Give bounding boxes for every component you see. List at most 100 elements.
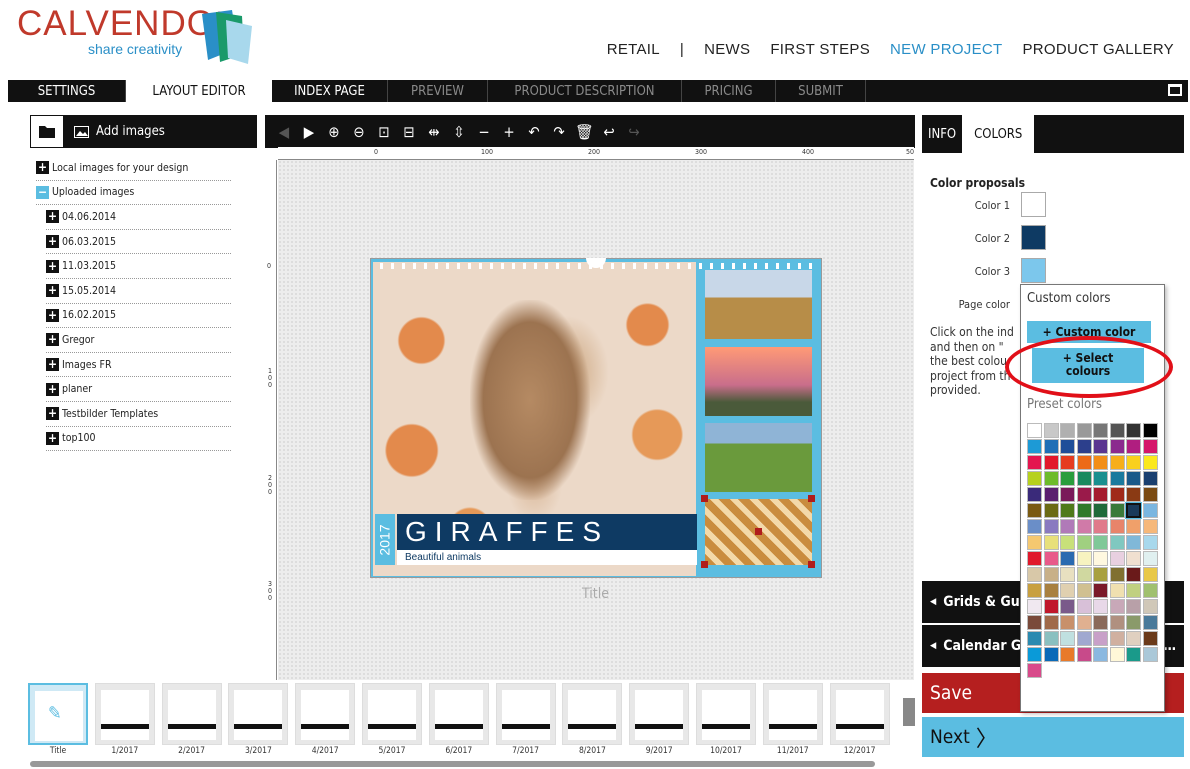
color-swatch[interactable]	[1027, 647, 1042, 662]
tab-product-description[interactable]: PRODUCT DESCRIPTION	[488, 80, 682, 102]
color-swatch[interactable]	[1142, 551, 1158, 566]
rotate-right-icon[interactable]: ↷	[550, 123, 568, 141]
color-swatch[interactable]	[1142, 647, 1158, 662]
color-swatch[interactable]	[1126, 631, 1141, 646]
color-swatch[interactable]	[1126, 551, 1141, 566]
zoom-out-icon[interactable]: ⊖	[350, 123, 368, 141]
color-swatch[interactable]	[1060, 503, 1075, 518]
color-swatch[interactable]	[1093, 439, 1108, 454]
tab-layout-editor[interactable]: LAYOUT EDITOR	[126, 80, 272, 102]
color-swatch[interactable]	[1043, 583, 1059, 598]
color-swatch[interactable]	[1093, 503, 1108, 518]
color-swatch[interactable]	[1093, 519, 1108, 534]
logo[interactable]: CALVENDO®	[17, 4, 225, 44]
color-swatch[interactable]	[1060, 647, 1075, 662]
color-swatch[interactable]	[1060, 567, 1075, 582]
tree-folder[interactable]: +06.03.2015	[46, 230, 231, 255]
color-swatch[interactable]	[1060, 487, 1075, 502]
page-thumbnail[interactable]	[428, 683, 489, 745]
color-swatch[interactable]	[1142, 439, 1158, 454]
expand-icon[interactable]: +	[46, 407, 59, 421]
color-swatch[interactable]	[1093, 647, 1108, 662]
color-swatch[interactable]	[1126, 471, 1141, 486]
color-swatch[interactable]	[1027, 583, 1042, 598]
color-swatch[interactable]	[1027, 519, 1042, 534]
tree-folder[interactable]: +04.06.2014	[46, 205, 231, 230]
color-swatch[interactable]	[1109, 647, 1125, 662]
color-swatch[interactable]	[1109, 599, 1125, 614]
color-swatch[interactable]	[1093, 535, 1108, 550]
color-swatch[interactable]	[1126, 599, 1141, 614]
redo-icon[interactable]: ↪	[625, 123, 643, 141]
color-swatch[interactable]	[1142, 535, 1158, 550]
color-swatch[interactable]	[1126, 487, 1141, 502]
color-swatch[interactable]	[1076, 551, 1092, 566]
color-swatch[interactable]	[1126, 647, 1141, 662]
next-button[interactable]: Next 〉	[922, 717, 1184, 757]
color-swatch[interactable]	[1076, 599, 1092, 614]
color-swatch[interactable]	[1109, 471, 1125, 486]
collapse-icon[interactable]: −	[36, 185, 49, 199]
color-swatch[interactable]	[1126, 583, 1141, 598]
tree-folder[interactable]: +15.05.2014	[46, 279, 231, 304]
color-swatch[interactable]	[1126, 519, 1141, 534]
fit-width-icon[interactable]: ⊡	[375, 123, 393, 141]
color-swatch[interactable]	[1043, 551, 1059, 566]
color-swatch[interactable]	[1093, 487, 1108, 502]
color-swatch[interactable]	[1027, 663, 1042, 678]
color-swatch[interactable]	[1027, 503, 1042, 518]
folder-icon[interactable]	[30, 115, 64, 148]
tree-folder[interactable]: + top100	[46, 427, 231, 452]
page-thumbnail[interactable]	[762, 683, 823, 745]
color-swatch[interactable]	[1093, 455, 1108, 470]
color-swatch[interactable]	[1060, 615, 1075, 630]
color-swatch[interactable]	[1060, 455, 1075, 470]
color-swatch[interactable]	[1060, 519, 1075, 534]
expand-icon[interactable]: +	[46, 382, 59, 396]
nav-new-project[interactable]: NEW PROJECT	[880, 41, 1012, 58]
color-swatch[interactable]	[1060, 471, 1075, 486]
color-swatch[interactable]	[1060, 535, 1075, 550]
color-swatch[interactable]	[1142, 471, 1158, 486]
expand-icon[interactable]: +	[46, 333, 59, 347]
color-swatch[interactable]	[1060, 439, 1075, 454]
color-swatch[interactable]	[1093, 567, 1108, 582]
color-swatch[interactable]	[1093, 599, 1108, 614]
tree-folder[interactable]: + planer	[46, 377, 231, 402]
page-thumbnail[interactable]	[495, 683, 556, 745]
tab-pricing[interactable]: PRICING	[682, 80, 776, 102]
color-swatch[interactable]	[1043, 615, 1059, 630]
rotate-left-icon[interactable]: ↶	[525, 123, 543, 141]
page-thumbnail[interactable]	[362, 683, 422, 745]
color-swatch[interactable]	[1093, 615, 1108, 630]
color-swatch[interactable]	[1060, 551, 1075, 566]
photo-slot-3[interactable]	[705, 423, 812, 492]
color-swatch[interactable]	[1076, 423, 1092, 438]
color-swatch[interactable]	[1142, 455, 1158, 470]
page-thumbnail[interactable]	[696, 683, 756, 745]
color-1-swatch[interactable]	[1021, 192, 1046, 217]
nav-first-steps[interactable]: FIRST STEPS	[760, 41, 880, 58]
cover-title[interactable]: GIRAFFES	[397, 514, 697, 550]
color-swatch[interactable]	[1076, 583, 1092, 598]
prev-icon[interactable]: ◀	[275, 123, 293, 141]
color-swatch[interactable]	[1126, 535, 1141, 550]
color-swatch[interactable]	[1109, 423, 1125, 438]
tree-folder[interactable]: +11.03.2015	[46, 254, 231, 279]
color-swatch[interactable]	[1076, 647, 1092, 662]
color-swatch[interactable]	[1060, 631, 1075, 646]
resize-handle[interactable]	[701, 561, 708, 568]
color-swatch[interactable]	[1043, 503, 1059, 518]
cover-subtitle[interactable]: Beautiful animals	[397, 550, 697, 565]
fullscreen-icon[interactable]	[1168, 84, 1182, 96]
page-thumbnail[interactable]	[228, 683, 289, 745]
color-swatch[interactable]	[1126, 423, 1141, 438]
color-swatch[interactable]	[1076, 631, 1092, 646]
center-horizontal-icon[interactable]: ⇹	[425, 123, 443, 141]
color-swatch[interactable]	[1043, 535, 1059, 550]
fit-height-icon[interactable]: ⊟	[400, 123, 418, 141]
color-swatch[interactable]	[1027, 535, 1042, 550]
color-swatch[interactable]	[1093, 583, 1108, 598]
tab-info[interactable]: INFO	[922, 115, 962, 153]
trash-icon[interactable]: 🗑	[575, 123, 594, 141]
